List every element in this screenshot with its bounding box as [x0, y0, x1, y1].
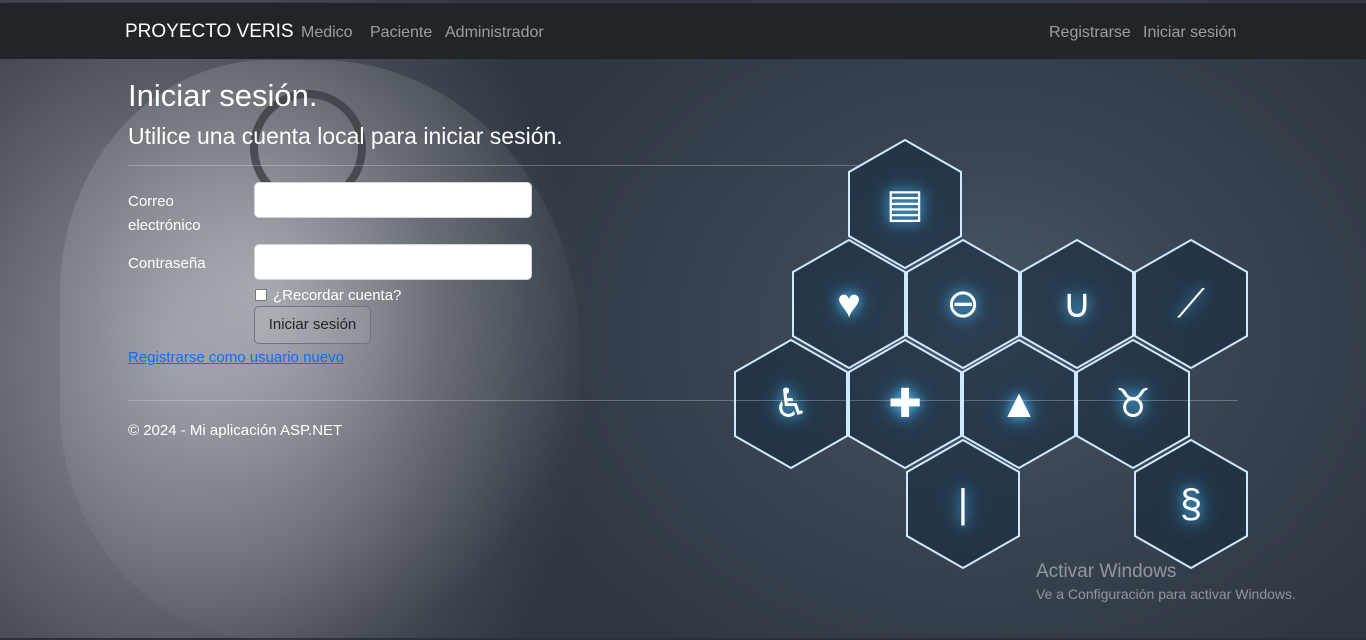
divider	[128, 165, 858, 166]
nav-link-medico[interactable]: Medico	[301, 24, 353, 42]
navbar-brand[interactable]: PROYECTO VERIS	[125, 21, 294, 43]
email-label: Correo electrónico	[128, 193, 201, 234]
footer-divider	[128, 400, 1238, 401]
email-field[interactable]	[254, 182, 532, 218]
page-subtitle: Utilice una cuenta local para iniciar se…	[128, 123, 563, 149]
footer-text: © 2024 - Mi aplicación ASP.NET	[128, 422, 343, 439]
page-title: Iniciar sesión.	[128, 78, 318, 113]
nav-link-iniciar-sesion[interactable]: Iniciar sesión	[1143, 24, 1236, 42]
medical-hex-graphic: ▤ ♥ ⊖ ∪ ⟋ ♿ ✚ ▲ ♉ | §	[720, 130, 1260, 580]
password-label: Contraseña	[128, 255, 206, 272]
nav-link-paciente[interactable]: Paciente	[370, 24, 432, 42]
nav-link-administrador[interactable]: Administrador	[445, 24, 544, 42]
remember-label[interactable]: ¿Recordar cuenta?	[273, 287, 401, 304]
top-navbar: PROYECTO VERIS Medico Paciente Administr…	[0, 2, 1366, 59]
dna-icon: §	[1132, 438, 1250, 570]
thermometer-icon: |	[904, 438, 1022, 570]
activation-watermark-title: Activar Windows	[1036, 561, 1177, 582]
wheelchair-icon: ♿	[732, 338, 850, 470]
nav-link-registrarse[interactable]: Registrarse	[1049, 24, 1131, 42]
activation-watermark-subtitle: Ve a Configuración para activar Windows.	[1036, 586, 1296, 602]
register-link[interactable]: Registrarse como usuario nuevo	[128, 349, 344, 366]
login-submit-button[interactable]: Iniciar sesión	[254, 306, 371, 344]
password-field[interactable]	[254, 244, 532, 280]
remember-checkbox[interactable]	[255, 289, 267, 301]
